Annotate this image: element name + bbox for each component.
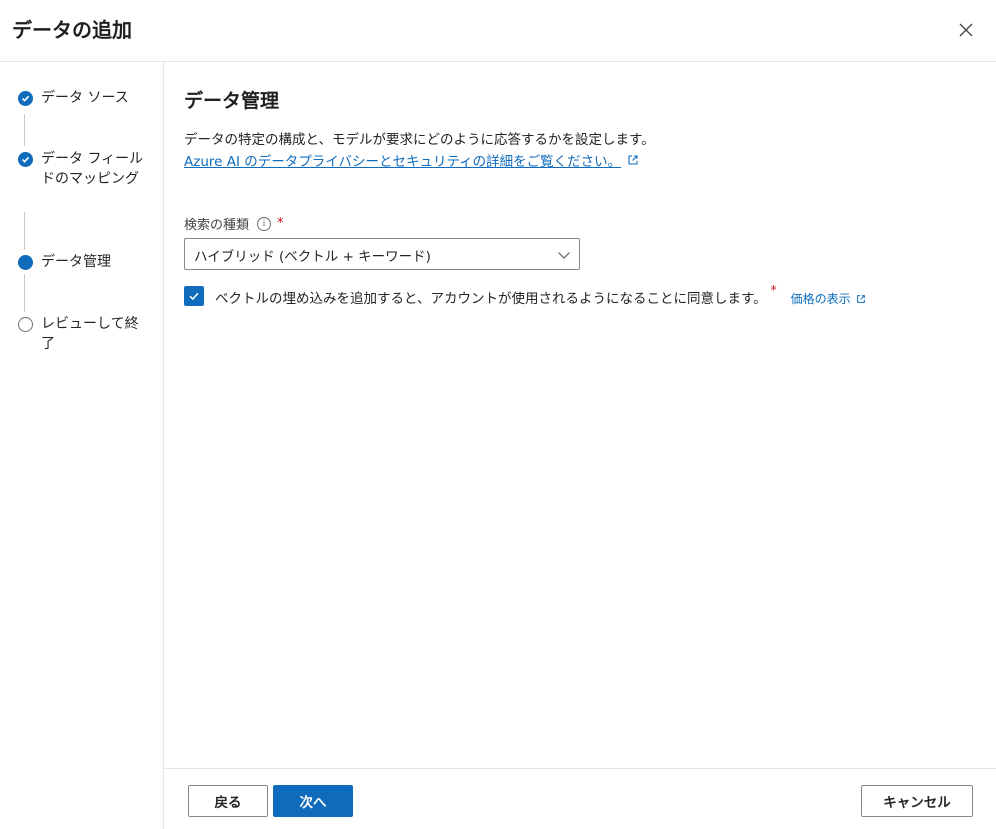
close-icon	[959, 23, 973, 37]
required-indicator: *	[770, 283, 777, 297]
step-connector	[24, 274, 25, 312]
privacy-link[interactable]: Azure AI のデータプライバシーとセキュリティの詳細をご覧ください。	[184, 150, 639, 170]
close-button[interactable]	[954, 18, 978, 42]
step-connector	[24, 212, 25, 250]
consent-checkbox[interactable]	[184, 286, 204, 306]
chevron-down-icon	[557, 247, 571, 266]
step-connector	[24, 114, 25, 146]
search-type-label: 検索の種類	[184, 218, 250, 233]
step-label: データ フィールドのマッピング	[41, 151, 144, 187]
main-content: データ管理 データの特定の構成と、モデルが要求にどのように応答するかを設定します…	[164, 62, 996, 768]
pricing-link-text: 価格の表示	[790, 292, 851, 306]
consent-text: ベクトルの埋め込みを追加すると、アカウントが使用されるようになることに同意します…	[215, 291, 767, 307]
search-type-dropdown[interactable]: ハイブリッド (ベクトル + キーワード)	[184, 238, 580, 270]
required-indicator: *	[277, 216, 284, 231]
step-field-mapping[interactable]: データ フィールドのマッピング	[18, 149, 151, 189]
search-type-label-row: 検索の種類 i *	[184, 214, 284, 233]
external-link-icon	[856, 294, 866, 304]
add-data-dialog: データの追加 データ ソース データ フィールドのマッピング データ管理 レビュ…	[0, 0, 996, 829]
privacy-link-text: Azure AI のデータプライバシーとセキュリティの詳細をご覧ください。	[184, 154, 622, 170]
dialog-title: データの追加	[12, 18, 132, 42]
external-link-icon	[627, 154, 639, 166]
section-description: データの特定の構成と、モデルが要求にどのように応答するかを設定します。	[184, 132, 655, 148]
section-title: データ管理	[184, 90, 280, 112]
pricing-link[interactable]: 価格の表示	[791, 290, 866, 307]
current-step-icon	[18, 255, 33, 270]
dialog-footer: 戻る 次へ キャンセル	[164, 768, 996, 829]
step-data-management[interactable]: データ管理	[18, 252, 151, 272]
info-icon[interactable]: i	[257, 216, 272, 231]
step-label: データ管理	[41, 254, 111, 270]
step-review-finish[interactable]: レビューして終了	[18, 314, 151, 354]
back-button[interactable]: 戻る	[188, 785, 268, 817]
cancel-button[interactable]: キャンセル	[861, 785, 973, 817]
checkmark-icon	[189, 292, 199, 301]
check-circle-icon	[18, 152, 33, 167]
search-type-selected: ハイブリッド (ベクトル + キーワード)	[194, 249, 431, 265]
check-circle-icon	[18, 91, 33, 106]
empty-circle-icon	[18, 317, 33, 332]
next-button[interactable]: 次へ	[273, 785, 353, 817]
wizard-steps: データ ソース データ フィールドのマッピング データ管理 レビューして終了	[0, 62, 164, 829]
step-label: データ ソース	[41, 90, 129, 106]
step-label: レビューして終了	[41, 316, 139, 352]
consent-row: ベクトルの埋め込みを追加すると、アカウントが使用されるようになることに同意します…	[184, 283, 866, 307]
step-data-source[interactable]: データ ソース	[18, 88, 151, 108]
dialog-header: データの追加	[0, 0, 996, 62]
